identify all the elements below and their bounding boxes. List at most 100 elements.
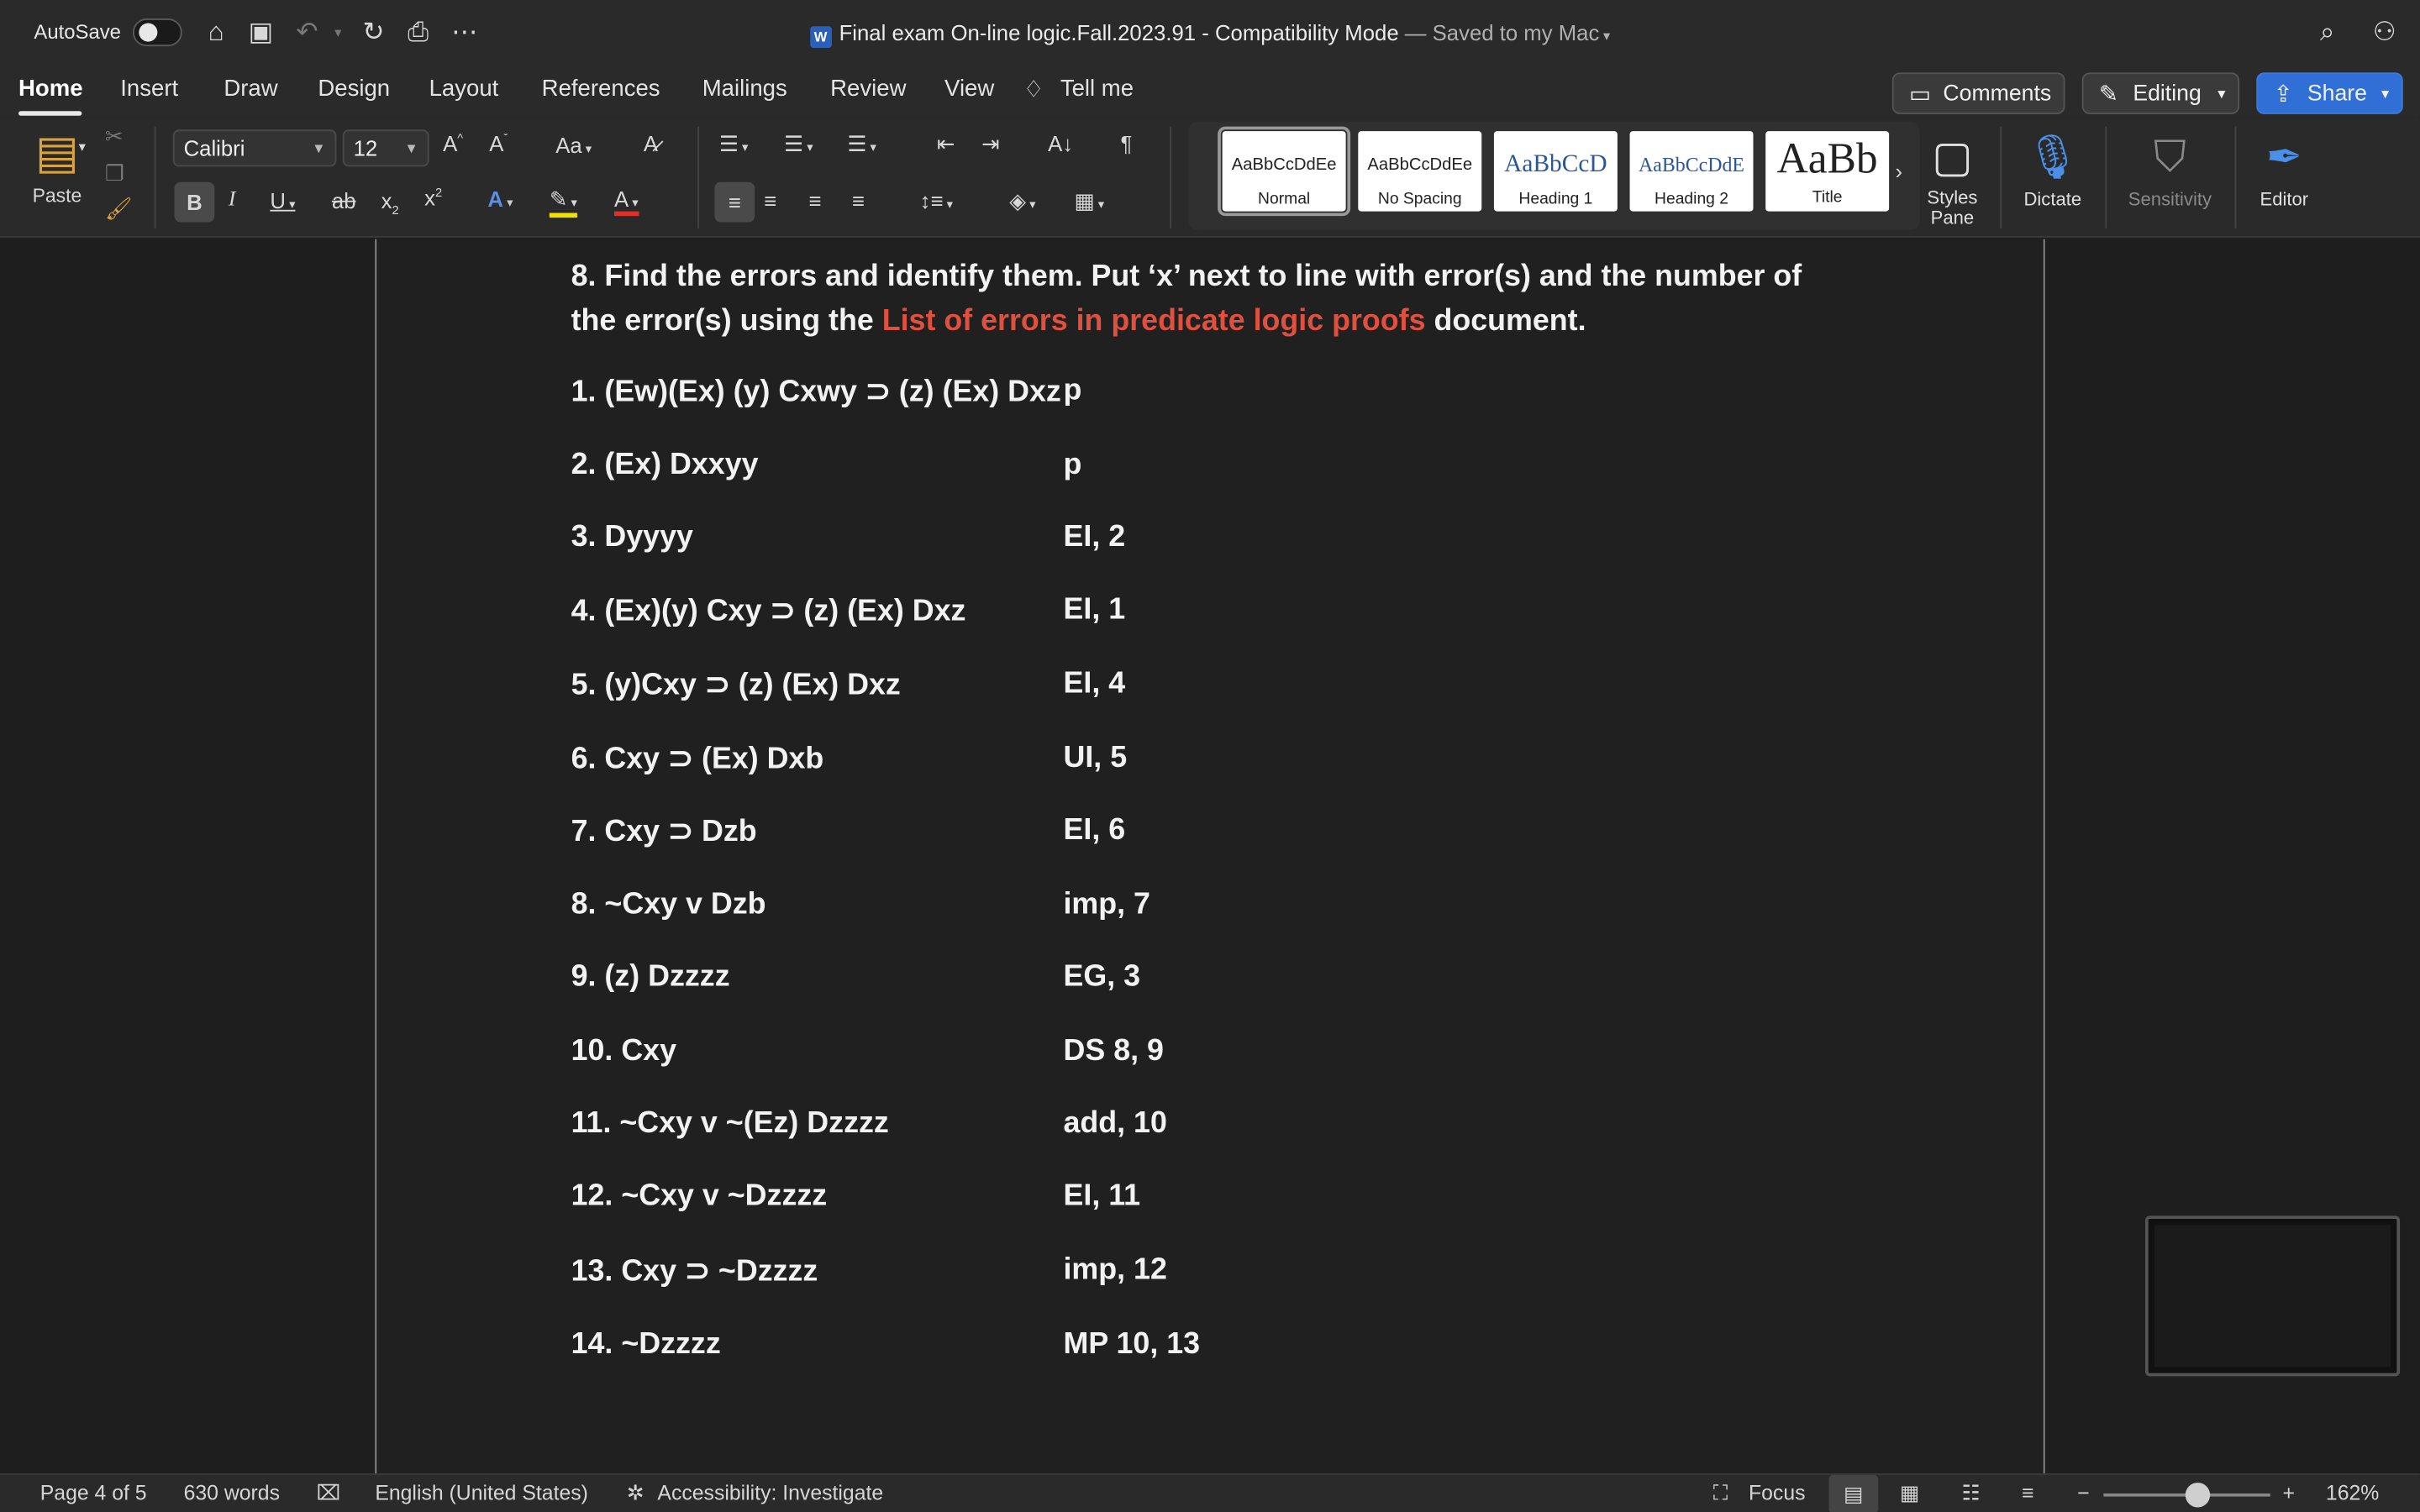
multilevel-list-icon[interactable]: ☰ ▾ — [847, 131, 876, 157]
tab-home[interactable]: Home — [18, 76, 83, 102]
document-canvas[interactable]: 8. Find the errors and identify them. Pu… — [0, 239, 2420, 1474]
line-spacing-icon[interactable]: ↕≡ ▾ — [920, 188, 953, 213]
share-label: Share — [2307, 81, 2367, 107]
proof-statement: 12. ~Cxy v ~Dzzzz — [571, 1179, 828, 1213]
proof-statement: 2. (Ex) Dxxyy — [571, 447, 759, 482]
tab-review[interactable]: Review — [830, 76, 906, 102]
accessibility-icon[interactable]: ✲ — [627, 1481, 644, 1505]
style-sample: AaBbCcDdEe — [1231, 155, 1337, 175]
font-size-select[interactable]: 12 ▼ — [342, 129, 429, 167]
style-no-spacing[interactable]: AaBbCcDdEe No Spacing — [1358, 131, 1482, 212]
window-thumbnail[interactable] — [2145, 1215, 2401, 1377]
proof-justification: UI, 5 — [1063, 740, 1128, 775]
proof-statement: 10. Cxy — [571, 1033, 677, 1068]
paste-label[interactable]: Paste — [28, 185, 87, 207]
status-bar: Page 4 of 5 630 words ⌧ English (United … — [0, 1473, 2420, 1512]
format-painter-icon[interactable]: 🖌 — [105, 196, 133, 222]
justify-button[interactable]: ≡ — [852, 188, 865, 213]
style-normal[interactable]: AaBbCcDdEe Normal — [1218, 126, 1351, 217]
sensitivity-button[interactable]: ⛉ Sensitivity — [2121, 127, 2220, 210]
tab-references[interactable]: References — [542, 76, 660, 102]
thumbnail-preview — [2154, 1225, 2391, 1368]
proof-justification: EG, 3 — [1063, 959, 1141, 994]
decrease-indent-icon[interactable]: ⇤ — [937, 131, 955, 157]
web-layout-view-icon[interactable]: ▦ — [1900, 1481, 1919, 1505]
share-button[interactable]: ⇪ Share ▾ — [2256, 72, 2403, 114]
tab-draw[interactable]: Draw — [224, 76, 277, 102]
title-separator: - — [1196, 19, 1215, 45]
borders-icon[interactable]: ▦ ▾ — [1074, 188, 1104, 214]
tab-design[interactable]: Design — [318, 76, 390, 102]
editing-button[interactable]: ✎ Editing ▾ — [2081, 72, 2240, 114]
align-right-button[interactable]: ≡ — [808, 188, 821, 213]
superscript-button[interactable]: x2 — [424, 185, 442, 209]
errors-document-link[interactable]: List of errors in predicate logic proofs — [882, 304, 1426, 338]
bold-button[interactable]: B — [174, 181, 215, 223]
outline-view-icon[interactable]: ☷ — [1961, 1481, 1980, 1505]
language[interactable]: English (United States) — [375, 1481, 588, 1504]
font-color-icon[interactable]: A ▾ — [614, 186, 639, 217]
word-count[interactable]: 630 words — [184, 1481, 280, 1504]
cut-icon[interactable]: ✂ — [105, 123, 124, 150]
sort-icon[interactable]: A↓ — [1048, 131, 1073, 155]
clear-formatting-icon[interactable]: A̷ — [644, 131, 658, 155]
style-name: Title — [1812, 188, 1843, 207]
tab-view[interactable]: View — [944, 76, 994, 102]
style-sample: AaBb — [1776, 135, 1878, 184]
text-effects-icon[interactable]: A ▾ — [487, 186, 513, 211]
highlight-icon[interactable]: ✎ ▾ — [549, 186, 577, 218]
print-layout-view-icon[interactable]: ▤ — [1828, 1474, 1879, 1512]
copy-icon[interactable]: ❐ — [105, 160, 124, 186]
proof-justification: add, 10 — [1063, 1105, 1167, 1141]
zoom-in-icon[interactable]: + — [2282, 1481, 2294, 1504]
italic-button[interactable]: I — [229, 188, 236, 213]
zoom-level[interactable]: 162% — [2326, 1481, 2379, 1504]
numbering-icon[interactable]: ☰ ▾ — [784, 131, 813, 157]
chevron-down-icon[interactable]: ▾ — [1599, 28, 1610, 43]
accessibility-status[interactable]: Accessibility: Investigate — [657, 1481, 883, 1504]
tab-mailings[interactable]: Mailings — [702, 76, 787, 102]
style-heading-1[interactable]: AaBbCcD Heading 1 — [1493, 131, 1618, 212]
search-icon[interactable]: ⌕ — [2311, 15, 2344, 49]
focus-mode[interactable]: Focus — [1749, 1481, 1806, 1504]
lightbulb-icon[interactable]: ♢ — [1023, 76, 1044, 103]
focus-icon[interactable]: ⛶ — [1713, 1481, 1728, 1505]
show-marks-icon[interactable]: ¶ — [1120, 131, 1132, 155]
shrink-font-icon[interactable]: Aˇ — [489, 131, 508, 155]
comments-button[interactable]: ▭ Comments — [1891, 72, 2065, 114]
proof-justification: p — [1063, 373, 1082, 407]
proofing-icon[interactable]: ⌧ — [317, 1481, 341, 1505]
draft-view-icon[interactable]: ≡ — [2022, 1481, 2033, 1504]
paste-dropdown-icon[interactable]: ▾ — [79, 139, 86, 155]
zoom-slider-handle[interactable] — [2185, 1483, 2211, 1508]
grow-font-icon[interactable]: A^ — [443, 131, 463, 155]
share-people-icon[interactable]: ⚇ — [2367, 15, 2401, 49]
subscript-button[interactable]: x2 — [381, 188, 399, 218]
proof-statement: 3. Dyyyy — [571, 519, 693, 554]
change-case-icon[interactable]: Aa ▾ — [555, 133, 592, 157]
page-count[interactable]: Page 4 of 5 — [40, 1481, 147, 1504]
style-title[interactable]: AaBb Title — [1765, 131, 1890, 212]
shading-icon[interactable]: ◈ ▾ — [1009, 188, 1035, 214]
increase-indent-icon[interactable]: ⇥ — [981, 131, 1000, 157]
style-sample: AaBbCcD — [1504, 150, 1607, 178]
chevron-down-icon: ▼ — [404, 140, 418, 156]
editor-button[interactable]: ✒ Editor — [2250, 127, 2318, 210]
dictate-button[interactable]: 🎙 Dictate — [2016, 127, 2090, 210]
bullets-icon[interactable]: ☰ ▾ — [719, 131, 749, 157]
tell-me[interactable]: Tell me — [1060, 76, 1134, 102]
zoom-out-icon[interactable]: − — [2077, 1481, 2089, 1504]
strikethrough-button[interactable]: ab — [332, 188, 356, 213]
styles-pane-button[interactable]: ▢ Styles Pane — [1918, 127, 1986, 228]
saved-status[interactable]: — Saved to my Mac — [1405, 20, 1600, 45]
tab-insert[interactable]: Insert — [120, 76, 178, 102]
underline-button[interactable]: U ▾ — [270, 188, 295, 213]
document-title: W Final exam On-line logic.Fall.2023.91 -… — [0, 20, 2420, 48]
font-name-select[interactable]: Calibri ▼ — [172, 129, 337, 167]
align-center-button[interactable]: ≡ — [764, 188, 776, 213]
ribbon-tabs: Home Insert Draw Design Layout Reference… — [0, 66, 2420, 118]
gallery-more-icon[interactable]: › — [1895, 159, 1902, 183]
align-left-button[interactable]: ≡ — [714, 181, 755, 223]
style-heading-2[interactable]: AaBbCcDdE Heading 2 — [1629, 131, 1754, 212]
tab-layout[interactable]: Layout — [429, 76, 499, 102]
